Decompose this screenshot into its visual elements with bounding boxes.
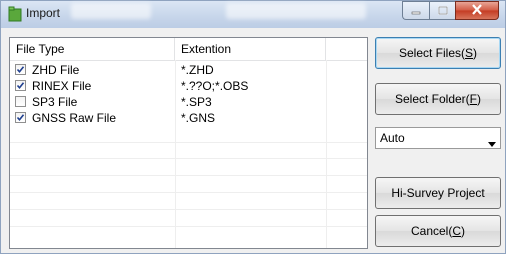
- select-files-label: Select Files(S): [398, 46, 478, 60]
- hi-survey-project-label: Hi-Survey Project: [391, 186, 485, 200]
- checkbox[interactable]: [15, 112, 26, 123]
- list-item[interactable]: RINEX File *.??O;*.OBS: [10, 78, 367, 94]
- import-dialog: Import File Type Extention ZHD File *.ZH…: [0, 0, 506, 254]
- select-files-button[interactable]: Select Files(S): [375, 37, 501, 69]
- checkbox[interactable]: [15, 96, 26, 107]
- file-extension: *.SP3: [181, 95, 212, 109]
- maximize-button[interactable]: [429, 1, 455, 20]
- select-folder-button[interactable]: Select Folder(F): [375, 83, 501, 115]
- list-item[interactable]: ZHD File *.ZHD: [10, 62, 367, 78]
- maximize-icon: [437, 4, 448, 18]
- file-type-name: RINEX File: [32, 79, 92, 93]
- grid-line: [10, 226, 367, 227]
- hi-survey-project-button[interactable]: Hi-Survey Project: [375, 177, 501, 209]
- background-blur: [226, 3, 366, 19]
- file-extension: *.??O;*.OBS: [181, 79, 249, 93]
- grid-line: [10, 192, 367, 193]
- grid-line: [10, 158, 367, 159]
- cancel-label: Cancel(C): [410, 224, 466, 238]
- checkbox[interactable]: [15, 80, 26, 91]
- column-header-extension[interactable]: Extention: [175, 38, 326, 60]
- grid-line: [10, 142, 367, 143]
- file-type-name: GNSS Raw File: [32, 111, 117, 125]
- file-extension: *.GNS: [181, 111, 216, 125]
- list-item[interactable]: GNSS Raw File *.GNS: [10, 110, 367, 126]
- grid-line: [10, 175, 367, 176]
- background-blur: [71, 3, 151, 19]
- checkbox[interactable]: [15, 64, 26, 75]
- file-type-name: SP3 File: [32, 95, 78, 109]
- minimize-button[interactable]: [402, 1, 429, 20]
- column-header-file-type[interactable]: File Type: [10, 38, 175, 60]
- minimize-icon: [411, 4, 421, 18]
- list-item[interactable]: SP3 File *.SP3: [10, 94, 367, 110]
- title-bar[interactable]: Import: [1, 1, 505, 28]
- file-extension: *.ZHD: [181, 63, 214, 77]
- select-folder-label: Select Folder(F): [394, 92, 482, 106]
- chevron-down-icon[interactable]: [488, 136, 496, 150]
- close-icon: [471, 3, 483, 18]
- cancel-button[interactable]: Cancel(C): [375, 215, 501, 247]
- window-title: Import: [26, 6, 61, 20]
- dialog-body: File Type Extention ZHD File *.ZHD RINEX…: [2, 28, 504, 253]
- file-type-list[interactable]: File Type Extention ZHD File *.ZHD RINEX…: [9, 37, 368, 249]
- mode-select[interactable]: Auto: [375, 127, 501, 149]
- mode-select-value: Auto: [380, 131, 405, 145]
- grid-line: [10, 209, 367, 210]
- import-app-icon: [7, 6, 23, 22]
- file-type-name: ZHD File: [32, 63, 80, 77]
- list-header: File Type Extention: [10, 38, 367, 61]
- close-button[interactable]: [455, 1, 499, 20]
